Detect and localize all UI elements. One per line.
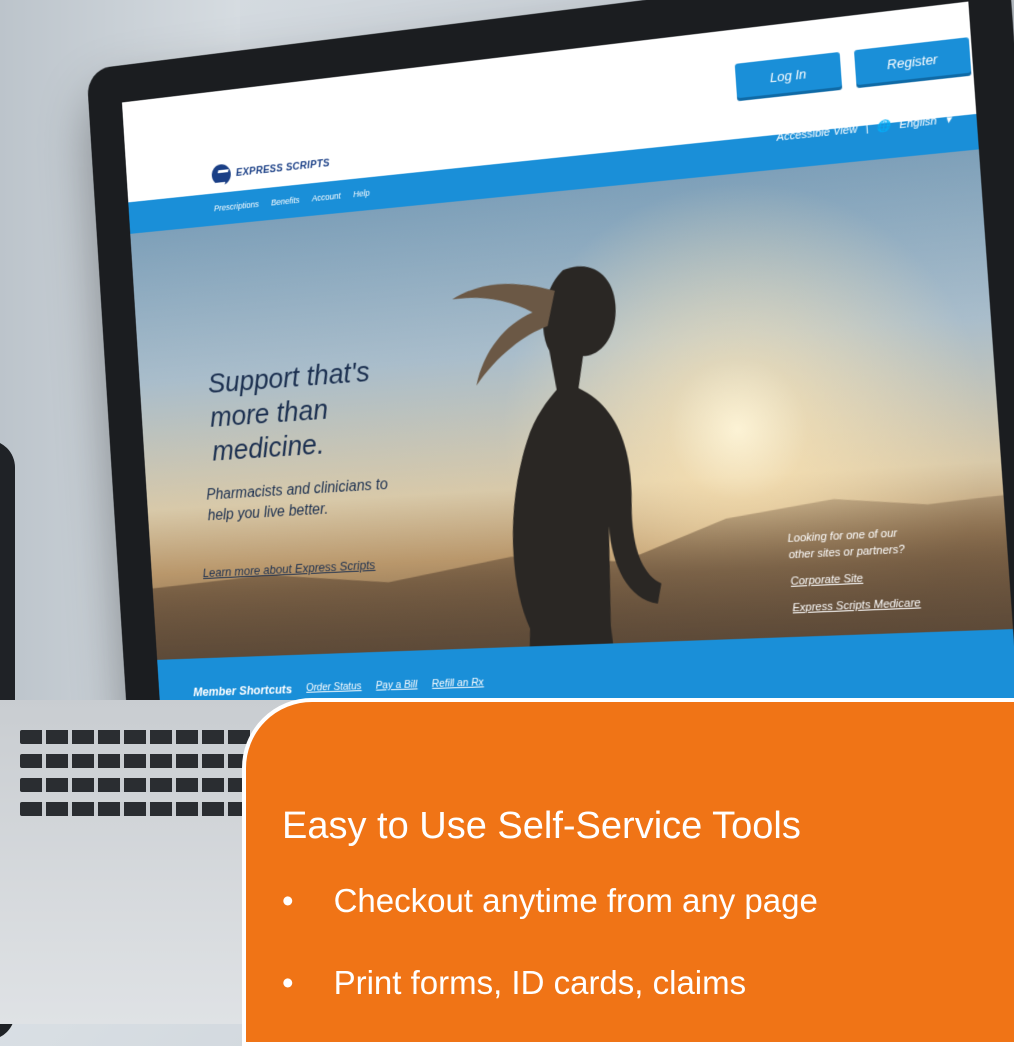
hero-subtext: Pharmacists and clinicians to help you l…: [205, 476, 389, 525]
feature-callout: Easy to Use Self-Service Tools • Checkou…: [242, 698, 1014, 1046]
shortcuts-title: Member Shortcuts: [192, 681, 293, 699]
bullet-text: Print forms, ID cards, claims: [333, 964, 747, 1001]
refill-rx-link[interactable]: Refill an Rx: [432, 677, 485, 690]
logo-mark-icon: [211, 163, 232, 187]
logo-text: EXPRESS SCRIPTS: [235, 157, 331, 179]
language-select[interactable]: English: [899, 114, 938, 130]
globe-icon: 🌐: [876, 119, 892, 134]
laptop-screen: EXPRESS SCRIPTS Log In Register Prescrip…: [121, 1, 1014, 726]
nav-prescriptions[interactable]: Prescriptions: [214, 199, 260, 213]
express-scripts-logo[interactable]: EXPRESS SCRIPTS: [211, 153, 331, 187]
callout-bullet: • Print forms, ID cards, claims: [282, 964, 746, 1002]
login-button[interactable]: Log In: [734, 51, 843, 99]
pay-bill-link[interactable]: Pay a Bill: [375, 679, 417, 692]
caret-down-icon: ▾: [944, 113, 952, 127]
nav-account[interactable]: Account: [312, 191, 341, 203]
hero-banner: Support that's more than medicine. Pharm…: [130, 149, 1014, 726]
register-button[interactable]: Register: [853, 37, 972, 86]
callout-bullet: • Checkout anytime from any page: [282, 882, 818, 920]
laptop: EXPRESS SCRIPTS Log In Register Prescrip…: [86, 0, 1014, 773]
corporate-site-link[interactable]: Corporate Site: [790, 567, 946, 590]
nav-help[interactable]: Help: [353, 188, 370, 199]
bullet-dot-icon: •: [282, 964, 294, 1001]
nav-benefits[interactable]: Benefits: [271, 195, 300, 207]
bullet-text: Checkout anytime from any page: [333, 882, 818, 919]
partners-box: Looking for one of our other sites or pa…: [787, 523, 948, 617]
separator: |: [865, 121, 869, 135]
bullet-dot-icon: •: [282, 882, 294, 919]
order-status-link[interactable]: Order Status: [306, 680, 362, 693]
callout-title: Easy to Use Self-Service Tools: [282, 805, 801, 847]
main-nav: Prescriptions Benefits Account Help: [214, 188, 371, 213]
hero-headline: Support that's more than medicine.: [206, 355, 371, 468]
